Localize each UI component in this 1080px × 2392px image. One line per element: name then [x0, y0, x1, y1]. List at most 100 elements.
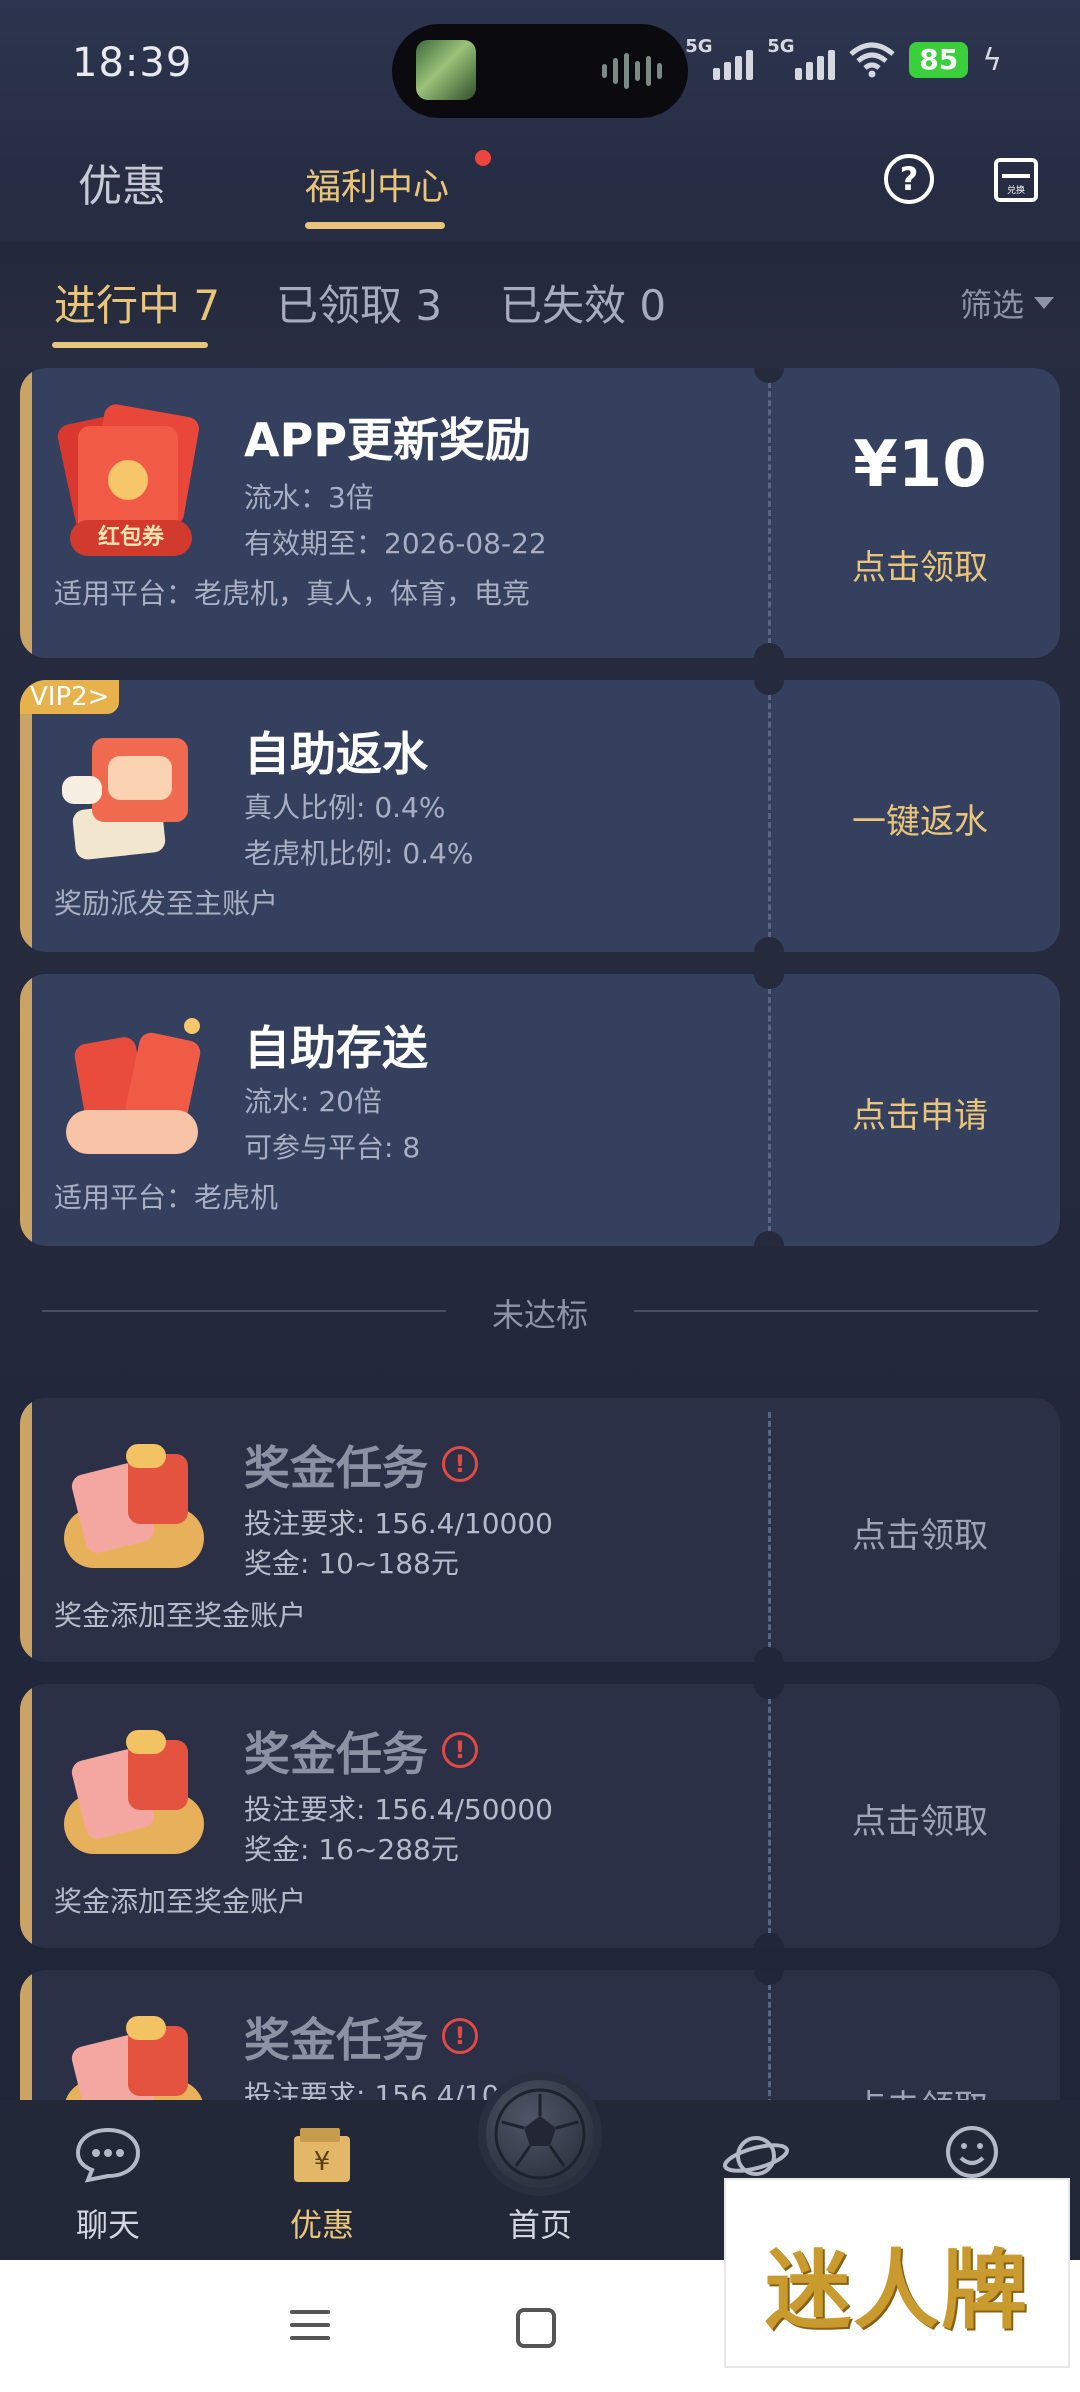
card-line: 真人比例: 0.4%: [244, 791, 446, 824]
card-accent: [20, 1684, 32, 1948]
help-icon[interactable]: ?: [884, 154, 934, 204]
coin-icon: [108, 460, 148, 500]
redeem-icon[interactable]: 兑换: [994, 158, 1038, 202]
card-notch: [754, 368, 784, 383]
card-divider: [768, 1698, 771, 1934]
home-icon[interactable]: [516, 2308, 556, 2348]
svg-text:¥: ¥: [314, 2147, 331, 2177]
card-divider: [768, 694, 771, 938]
warning-icon[interactable]: !: [442, 2018, 478, 2054]
cell-signal-icon: 5G: [685, 36, 754, 80]
card-notch: [754, 1684, 784, 1699]
card-footer: 奖金添加至奖金账户: [54, 1885, 307, 1918]
rebate-receipt-icon: [56, 726, 206, 876]
card-title: 奖金任务: [244, 1441, 428, 1495]
card-title: 奖金任务: [244, 2013, 428, 2067]
card-line: 投注要求: 156.4/10000: [244, 1507, 553, 1540]
promo-card-deposit-bonus[interactable]: 自助存送 流水: 20倍 可参与平台: 8 适用平台：老虎机 点击申请: [20, 974, 1060, 1246]
claim-button[interactable]: 点击领取: [780, 1794, 1060, 1843]
card-footer: 适用平台：老虎机: [54, 1181, 279, 1214]
card-divider: [768, 1412, 771, 1648]
cell-signal-icon: 5G: [767, 36, 836, 80]
dynamic-island[interactable]: [392, 24, 688, 118]
filter-label: 筛选: [959, 286, 1024, 324]
card-footer: 奖金添加至奖金账户: [54, 1599, 307, 1632]
card-notch: [754, 1231, 784, 1246]
tab-youhui[interactable]: 优惠: [78, 150, 166, 214]
status-filter-tabs: 进行中 7 已领取 3 已失效 0 筛选: [0, 242, 1080, 360]
claim-button[interactable]: 点击领取: [780, 540, 1060, 589]
nav-label: 聊天: [75, 2206, 140, 2244]
card-divider: [768, 988, 771, 1232]
audio-wave-icon: [602, 52, 662, 90]
apply-button[interactable]: 点击申请: [780, 1088, 1060, 1137]
warning-icon[interactable]: !: [442, 1446, 478, 1482]
card-line: 可参与平台: 8: [244, 1131, 421, 1164]
warning-icon[interactable]: !: [442, 1732, 478, 1768]
vip-badge[interactable]: VIP2>: [20, 680, 120, 714]
card-line: 投注要求: 156.4/50000: [244, 1793, 553, 1826]
tab-in-progress[interactable]: 进行中 7: [54, 272, 220, 333]
status-time: 18:39: [72, 40, 193, 86]
bonus-task-card[interactable]: 奖金任务 ! 投注要求: 156.4/10000 奖金: 10~188元 奖金添…: [20, 1398, 1060, 1662]
smiley-icon: [946, 2126, 998, 2178]
nav-label: 优惠: [289, 2206, 354, 2244]
app-screen: 18:39 5G 5G 85 ϟ 优惠 福利中心 ? 兑换 进行中 7 已领取 …: [0, 0, 1080, 2392]
watermark-text: 迷人牌: [765, 2240, 1029, 2341]
card-accent: [20, 974, 32, 1246]
nav-chat[interactable]: 聊天: [8, 2100, 208, 2260]
tab-claimed[interactable]: 已领取 3: [276, 272, 442, 333]
nav-youhui[interactable]: ¥ 优惠: [222, 2100, 422, 2260]
recent-apps-icon[interactable]: [290, 2310, 330, 2349]
card-accent: [20, 1398, 32, 1662]
card-footer: 奖励派发至主账户: [54, 887, 279, 920]
card-accent: [20, 368, 32, 658]
notification-dot: [475, 150, 491, 166]
section-label-unqualified: 未达标: [491, 1296, 588, 1334]
filter-button[interactable]: 筛选: [960, 280, 1054, 326]
claim-button[interactable]: 点击领取: [780, 1508, 1060, 1557]
card-notch: [754, 643, 784, 658]
card-accent: [20, 680, 32, 952]
top-nav: 优惠 福利中心 ? 兑换: [0, 130, 1080, 242]
card-line: 有效期至：2026-08-22: [244, 527, 547, 560]
active-tab-underline: [305, 222, 445, 229]
promo-card-rebate[interactable]: VIP2> 自助返水 真人比例: 0.4% 老虎机比例: 0.4% 奖励派发至主…: [20, 680, 1060, 952]
coin-icon: [184, 1018, 200, 1034]
watermark-logo: 迷人牌: [724, 2178, 1070, 2368]
card-title: 奖金任务: [244, 1727, 428, 1781]
bonus-task-card[interactable]: 奖金任务 ! 投注要求: 156.4/50000 奖金: 16~288元 奖金添…: [20, 1684, 1060, 1948]
wallet-icon: ¥: [294, 2128, 350, 2182]
hands-red-envelope-icon: [56, 1014, 206, 1164]
card-line: 流水: 20倍: [244, 1085, 382, 1118]
rebate-button[interactable]: 一键返水: [780, 794, 1060, 843]
voucher-badge: 红包券: [70, 520, 192, 556]
card-notch: [754, 1647, 784, 1662]
promo-card-app-update[interactable]: 红包券 APP更新奖励 流水：3倍 有效期至：2026-08-22 适用平台：老…: [20, 368, 1060, 658]
card-notch: [754, 937, 784, 952]
red-envelope-icon: 红包券: [55, 402, 206, 556]
planet-icon: [722, 2136, 790, 2176]
reward-amount: ¥10: [853, 428, 987, 502]
card-notch: [754, 1933, 784, 1948]
nav-home[interactable]: 首页: [440, 2100, 640, 2260]
caret-down-icon: [1034, 297, 1054, 309]
card-notch: [754, 680, 784, 695]
battery-level: 85: [909, 42, 969, 78]
card-title: APP更新奖励: [244, 413, 532, 467]
treasure-chest-icon: [56, 1724, 206, 1874]
card-line: 奖金: 16~288元: [244, 1833, 459, 1866]
card-notch: [754, 1970, 784, 1985]
card-footer: 适用平台：老虎机，真人，体育，电竞: [54, 577, 531, 610]
media-thumbnail: [416, 40, 476, 100]
card-notch: [754, 974, 784, 989]
status-bar: 18:39 5G 5G 85 ϟ: [0, 0, 1080, 130]
status-indicators: 5G 5G 85 ϟ: [685, 36, 1002, 80]
charging-bolt-icon: ϟ: [982, 42, 1002, 78]
card-line: 奖金: 10~188元: [244, 1547, 459, 1580]
treasure-chest-icon: [56, 1438, 206, 1588]
card-line: 老虎机比例: 0.4%: [244, 837, 474, 870]
tab-fuli-center[interactable]: 福利中心: [305, 158, 449, 210]
tab-expired[interactable]: 已失效 0: [500, 272, 666, 333]
card-title: 自助返水: [244, 727, 428, 781]
